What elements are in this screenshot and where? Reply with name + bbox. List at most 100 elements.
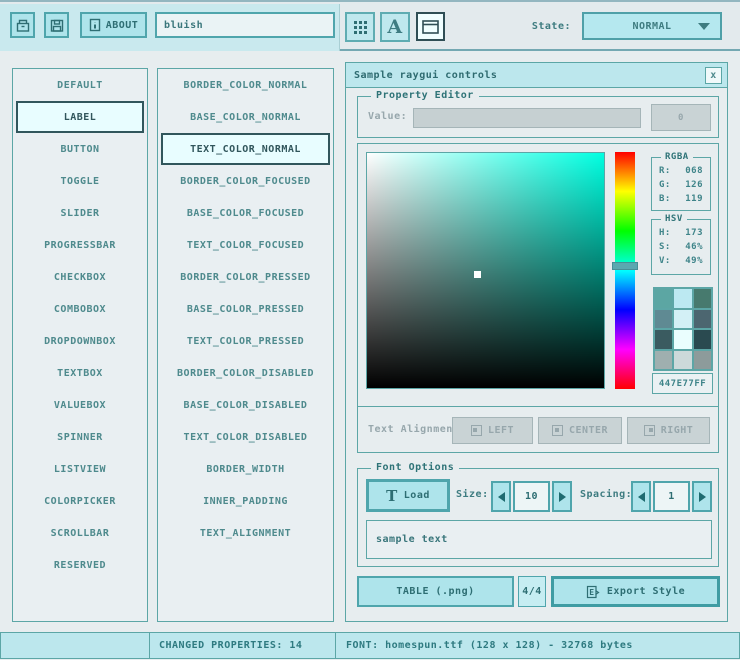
- align-center-label: CENTER: [569, 425, 608, 436]
- property-item-base_color_disabled[interactable]: BASE_COLOR_DISABLED: [158, 389, 333, 421]
- rgba-row-r: R: 068: [659, 166, 703, 176]
- save-style-button[interactable]: [44, 12, 69, 38]
- about-button[interactable]: ABOUT: [80, 12, 147, 38]
- rgba-group-label: RGBA: [661, 152, 693, 162]
- export-style-label: Export Style: [607, 586, 685, 597]
- property-item-text_alignment[interactable]: TEXT_ALIGNMENT: [158, 517, 333, 549]
- control-item-textbox[interactable]: TEXTBOX: [13, 357, 147, 389]
- control-item-combobox[interactable]: COMBOBOX: [13, 293, 147, 325]
- spacing-value-box[interactable]: 1: [653, 481, 690, 512]
- rgba-row-g: G: 126: [659, 180, 703, 190]
- control-item-button[interactable]: BUTTON: [13, 133, 147, 165]
- control-item-toggle[interactable]: TOGGLE: [13, 165, 147, 197]
- control-item-scrollbar[interactable]: SCROLLBAR: [13, 517, 147, 549]
- style-color-swatch-3[interactable]: [655, 310, 672, 329]
- style-table-label: TABLE (.png): [396, 586, 474, 597]
- property-item-text_color_focused[interactable]: TEXT_COLOR_FOCUSED: [158, 229, 333, 261]
- svg-text:E: E: [589, 588, 594, 597]
- size-value-box[interactable]: 10: [513, 481, 550, 512]
- grid-view-button[interactable]: [345, 12, 375, 42]
- spacing-decrement-button[interactable]: [631, 481, 651, 512]
- hsv-row-h: H: 173: [659, 228, 703, 238]
- close-button[interactable]: x: [705, 67, 722, 84]
- export-style-button[interactable]: E Export Style: [551, 576, 720, 607]
- style-name-input[interactable]: [155, 12, 335, 38]
- control-item-progressbar[interactable]: PROGRESSBAR: [13, 229, 147, 261]
- control-item-checkbox[interactable]: CHECKBOX: [13, 261, 147, 293]
- open-style-button[interactable]: [10, 12, 35, 38]
- property-item-base_color_normal[interactable]: BASE_COLOR_NORMAL: [158, 101, 333, 133]
- value-slider-disabled[interactable]: [413, 108, 641, 128]
- window-titlebar[interactable]: Sample raygui controls: [346, 63, 727, 88]
- control-item-valuebox[interactable]: VALUEBOX: [13, 389, 147, 421]
- control-item-colorpicker[interactable]: COLORPICKER: [13, 485, 147, 517]
- arrow-left-icon: [498, 492, 505, 502]
- state-dropdown-value: NORMAL: [632, 21, 671, 32]
- h-label: H:: [659, 228, 671, 238]
- property-item-border_width[interactable]: BORDER_WIDTH: [158, 453, 333, 485]
- control-item-listview[interactable]: LISTVIEW: [13, 453, 147, 485]
- color-section-frame: RGBA R: 068 G: 126 B: 119: [357, 143, 719, 453]
- property-item-border_color_disabled[interactable]: BORDER_COLOR_DISABLED: [158, 357, 333, 389]
- control-item-default[interactable]: DEFAULT: [13, 69, 147, 101]
- value-spinner-disabled[interactable]: 0: [651, 104, 711, 131]
- align-right-button[interactable]: RIGHT: [627, 417, 710, 444]
- arrow-right-icon: [699, 492, 706, 502]
- spacing-value: 1: [668, 491, 675, 502]
- align-left-button[interactable]: LEFT: [452, 417, 533, 444]
- load-font-button[interactable]: T Load: [366, 479, 450, 512]
- property-item-border_color_focused[interactable]: BORDER_COLOR_FOCUSED: [158, 165, 333, 197]
- table-pages-value-box[interactable]: 4/4: [518, 576, 546, 607]
- open-folder-icon: [16, 19, 30, 32]
- color-picker-panel[interactable]: [366, 152, 605, 389]
- chevron-down-icon: [698, 23, 710, 30]
- align-left-label: LEFT: [488, 425, 514, 436]
- hue-bar[interactable]: [615, 152, 635, 389]
- style-color-swatch-10[interactable]: [674, 351, 691, 370]
- hsv-row-s: S: 46%: [659, 242, 703, 252]
- toolbar: ABOUT A State: NORMAL: [0, 0, 740, 51]
- style-color-swatch-7[interactable]: [674, 330, 691, 349]
- hue-slider-handle[interactable]: [612, 262, 638, 270]
- control-item-label[interactable]: LABEL: [16, 101, 144, 133]
- property-item-text_color_pressed[interactable]: TEXT_COLOR_PRESSED: [158, 325, 333, 357]
- style-color-swatch-2[interactable]: [694, 289, 711, 308]
- style-color-swatch-9[interactable]: [655, 351, 672, 370]
- property-item-inner_padding[interactable]: INNER_PADDING: [158, 485, 333, 517]
- grid-icon: [354, 21, 367, 34]
- style-color-swatch-1[interactable]: [674, 289, 691, 308]
- style-table-button[interactable]: TABLE (.png): [357, 576, 514, 607]
- arrow-left-icon: [638, 492, 645, 502]
- style-color-swatch-8[interactable]: [694, 330, 711, 349]
- hex-color-box[interactable]: 447E77FF: [652, 373, 713, 394]
- style-color-swatch-4[interactable]: [674, 310, 691, 329]
- property-item-border_color_normal[interactable]: BORDER_COLOR_NORMAL: [158, 69, 333, 101]
- font-view-button[interactable]: A: [380, 12, 410, 42]
- control-item-slider[interactable]: SLIDER: [13, 197, 147, 229]
- property-item-border_color_pressed[interactable]: BORDER_COLOR_PRESSED: [158, 261, 333, 293]
- style-color-swatch-6[interactable]: [655, 330, 672, 349]
- align-center-icon: [552, 425, 563, 436]
- hsv-group: HSV H: 173 S: 46% V: 49%: [651, 219, 711, 275]
- align-center-button[interactable]: CENTER: [538, 417, 622, 444]
- property-item-text_color_normal[interactable]: TEXT_COLOR_NORMAL: [161, 133, 330, 165]
- align-right-icon: [644, 425, 655, 436]
- font-info-text: FONT: homespun.ttf (128 x 128) - 32768 b…: [346, 640, 633, 651]
- property-item-base_color_focused[interactable]: BASE_COLOR_FOCUSED: [158, 197, 333, 229]
- size-increment-button[interactable]: [552, 481, 572, 512]
- control-item-reserved[interactable]: RESERVED: [13, 549, 147, 581]
- spacing-increment-button[interactable]: [692, 481, 712, 512]
- sample-text-box[interactable]: sample text: [366, 520, 712, 559]
- window-view-button-active[interactable]: [416, 12, 445, 41]
- style-color-swatch-5[interactable]: [694, 310, 711, 329]
- style-color-swatch-11[interactable]: [694, 351, 711, 370]
- control-item-dropdownbox[interactable]: DROPDOWNBOX: [13, 325, 147, 357]
- property-item-text_color_disabled[interactable]: TEXT_COLOR_DISABLED: [158, 421, 333, 453]
- color-picker-cursor[interactable]: [474, 271, 481, 278]
- property-item-base_color_pressed[interactable]: BASE_COLOR_PRESSED: [158, 293, 333, 325]
- export-icon: E: [586, 585, 601, 599]
- state-dropdown[interactable]: NORMAL: [582, 12, 722, 40]
- control-item-spinner[interactable]: SPINNER: [13, 421, 147, 453]
- style-color-swatch-0[interactable]: [655, 289, 672, 308]
- size-decrement-button[interactable]: [491, 481, 511, 512]
